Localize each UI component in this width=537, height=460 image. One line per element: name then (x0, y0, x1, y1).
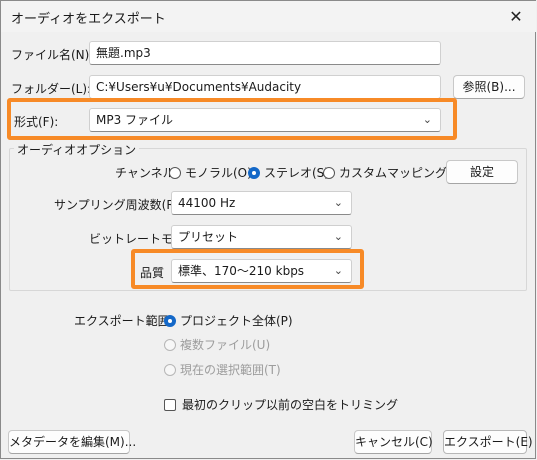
title-bar: オーディオをエクスポート ✕ (1, 1, 536, 32)
radio-mono-indicator (169, 166, 181, 179)
bitrate-mode-select[interactable]: プリセット ⌄ (171, 225, 352, 249)
browse-button[interactable]: 参照(B)... (453, 75, 525, 99)
sample-rate-select[interactable]: 44100 Hz ⌄ (171, 191, 352, 215)
format-highlight-box (7, 98, 457, 140)
radio-entire-project[interactable]: プロジェクト全体(P) (164, 312, 293, 329)
radio-entire-project-label: プロジェクト全体(P) (180, 314, 293, 328)
radio-stereo-indicator (248, 166, 260, 179)
radio-current-selection: 現在の選択範囲(T) (164, 361, 281, 378)
chevron-down-icon: ⌄ (333, 196, 343, 209)
trim-checkbox-box (164, 398, 176, 411)
radio-current-selection-indicator (164, 363, 176, 376)
radio-entire-project-indicator (164, 314, 176, 327)
filename-label: ファイル名(N): (11, 48, 94, 62)
radio-custom-mapping[interactable]: カスタムマッピング(G) (323, 164, 466, 181)
radio-multiple-files-label: 複数ファイル(U) (180, 338, 271, 352)
export-audio-dialog: オーディオをエクスポート ✕ ファイル名(N): 無題.mp3 フォルダー(L)… (0, 0, 536, 459)
radio-current-selection-label: 現在の選択範囲(T) (180, 363, 281, 377)
sample-rate-value: 44100 Hz (178, 196, 236, 210)
folder-input[interactable]: C:¥Users¥u¥Documents¥Audacity (89, 75, 441, 99)
sample-rate-label: サンプリング周波数(R) (54, 198, 180, 212)
close-icon[interactable]: ✕ (502, 3, 530, 29)
dialog-title: オーディオをエクスポート (11, 12, 166, 27)
cancel-button[interactable]: キャンセル(C) (354, 430, 433, 454)
radio-custom-mapping-indicator (323, 166, 335, 179)
folder-label: フォルダー(L): (11, 82, 92, 96)
export-button[interactable]: エクスポート(E) (443, 430, 533, 454)
trim-checkbox[interactable]: 最初のクリップ以前の空白をトリミング (164, 396, 398, 413)
radio-mono[interactable]: モノラル(O) (169, 164, 252, 181)
channel-settings-button[interactable]: 設定 (446, 160, 518, 184)
channels-label: チャンネル (115, 166, 175, 180)
radio-stereo-label: ステレオ(S) (264, 166, 329, 180)
radio-stereo[interactable]: ステレオ(S) (248, 164, 329, 181)
radio-mono-label: モノラル(O) (185, 166, 252, 180)
audio-options-title: オーディオオプション (14, 141, 140, 158)
trim-checkbox-label: 最初のクリップ以前の空白をトリミング (182, 398, 399, 412)
export-range-label: エクスポート範囲: (74, 314, 174, 328)
filename-input[interactable]: 無題.mp3 (89, 41, 441, 65)
radio-multiple-files-indicator (164, 338, 176, 351)
quality-highlight-box (131, 249, 364, 289)
edit-metadata-button[interactable]: メタデータを編集(M)... (8, 430, 136, 454)
bitrate-mode-value: プリセット (178, 230, 239, 244)
radio-multiple-files: 複数ファイル(U) (164, 336, 270, 353)
chevron-down-icon: ⌄ (333, 230, 343, 243)
